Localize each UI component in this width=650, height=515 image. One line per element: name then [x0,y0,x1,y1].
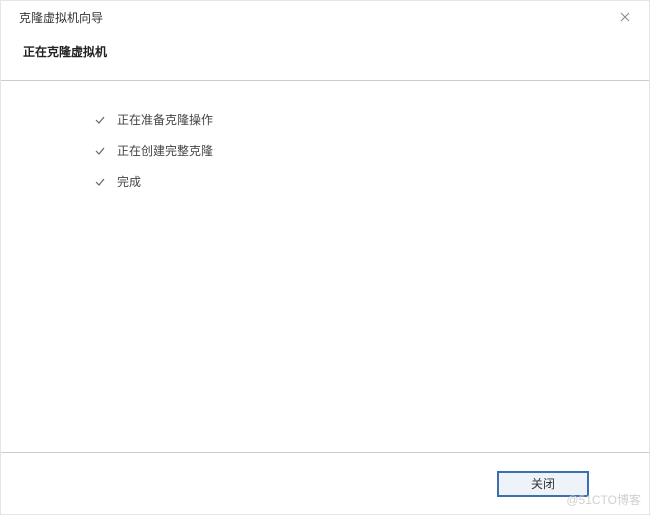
close-icon[interactable] [613,5,637,29]
progress-steps: 正在准备克隆操作 正在创建完整克隆 完成 [1,81,649,224]
step-label: 正在创建完整克隆 [117,142,213,159]
check-icon [91,176,109,188]
step-item: 正在创建完整克隆 [91,142,629,159]
window-title: 克隆虚拟机向导 [19,9,103,26]
header-area: 正在克隆虚拟机 [1,33,649,80]
step-item: 正在准备克隆操作 [91,111,629,128]
check-icon [91,114,109,126]
step-label: 正在准备克隆操作 [117,111,213,128]
check-icon [91,145,109,157]
close-button[interactable]: 关闭 [497,471,589,497]
footer: 关闭 [1,452,649,514]
titlebar: 克隆虚拟机向导 [1,1,649,33]
step-label: 完成 [117,173,141,190]
page-subtitle: 正在克隆虚拟机 [23,43,627,60]
step-item: 完成 [91,173,629,190]
